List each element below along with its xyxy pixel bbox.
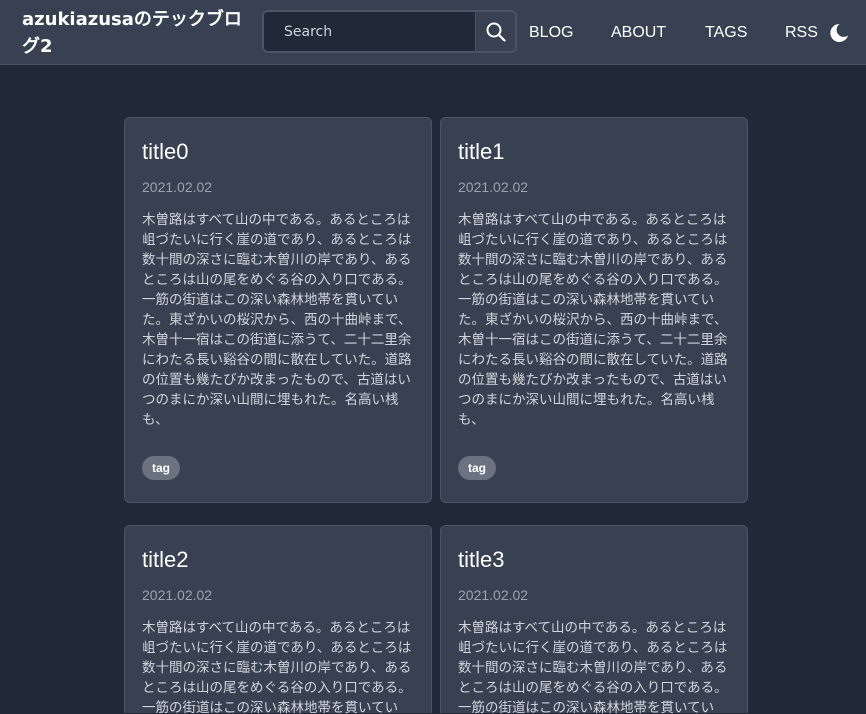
post-card[interactable]: title3 2021.02.02 木曽路はすべて山の中である。あるところは岨づ… xyxy=(440,525,748,714)
search-box xyxy=(262,10,517,53)
post-excerpt: 木曽路はすべて山の中である。あるところは岨づたいに行く崖の道であり、あるところは… xyxy=(458,620,728,714)
nav-link-tags[interactable]: TAGS xyxy=(705,0,747,65)
post-card[interactable]: title0 2021.02.02 木曽路はすべて山の中である。あるところは岨づ… xyxy=(124,117,432,503)
post-title[interactable]: title2 xyxy=(142,545,188,575)
post-title[interactable]: title0 xyxy=(142,137,188,167)
site-header: azukiazusaのテックブログ2 BLOG ABOUT TAGS RSS xyxy=(0,0,866,65)
search-input[interactable] xyxy=(264,12,476,51)
nav-link-rss[interactable]: RSS xyxy=(785,0,818,65)
post-tag[interactable]: tag xyxy=(458,456,496,480)
post-title[interactable]: title3 xyxy=(458,545,504,575)
nav-link-about[interactable]: ABOUT xyxy=(611,0,666,65)
post-date: 2021.02.02 xyxy=(458,179,529,195)
post-excerpt: 木曽路はすべて山の中である。あるところは岨づたいに行く崖の道であり、あるところは… xyxy=(458,212,728,428)
site-title-link[interactable]: azukiazusaのテックブログ2 xyxy=(22,6,258,60)
dark-mode-toggle-moon-icon[interactable] xyxy=(828,22,850,44)
post-tag[interactable]: tag xyxy=(142,456,180,480)
post-title[interactable]: title1 xyxy=(458,137,504,167)
search-icon xyxy=(486,22,506,42)
post-excerpt: 木曽路はすべて山の中である。あるところは岨づたいに行く崖の道であり、あるところは… xyxy=(142,620,412,714)
nav-link-blog[interactable]: BLOG xyxy=(529,0,573,65)
post-card[interactable]: title2 2021.02.02 木曽路はすべて山の中である。あるところは岨づ… xyxy=(124,525,432,714)
post-date: 2021.02.02 xyxy=(142,587,213,603)
post-excerpt: 木曽路はすべて山の中である。あるところは岨づたいに行く崖の道であり、あるところは… xyxy=(142,212,412,428)
search-button[interactable] xyxy=(475,12,515,51)
post-card[interactable]: title1 2021.02.02 木曽路はすべて山の中である。あるところは岨づ… xyxy=(440,117,748,503)
post-date: 2021.02.02 xyxy=(142,179,213,195)
post-date: 2021.02.02 xyxy=(458,587,529,603)
